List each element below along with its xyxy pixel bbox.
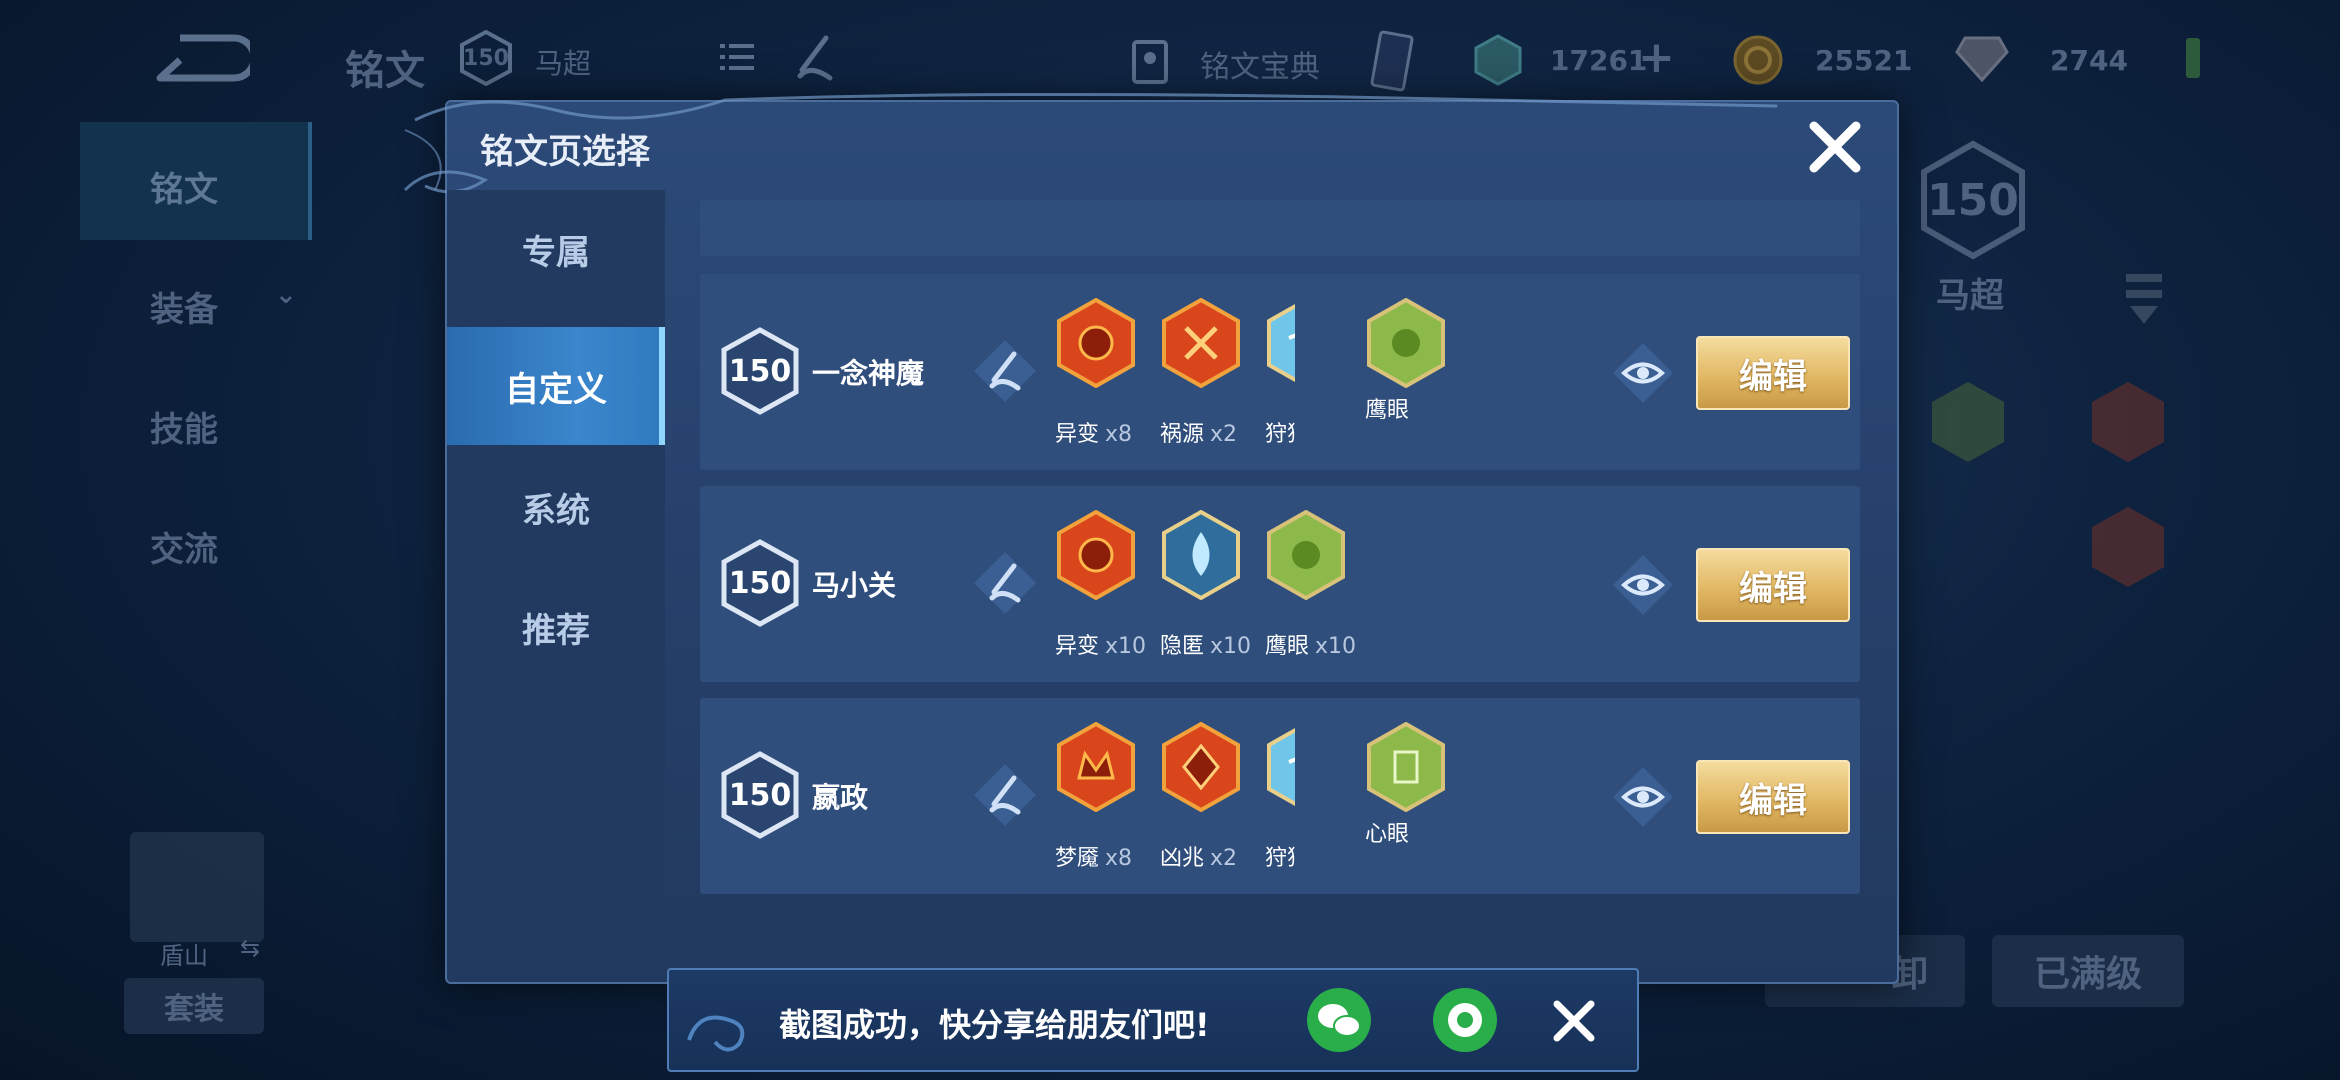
level-badge: 150: [720, 326, 800, 416]
tab-system[interactable]: 系统: [447, 448, 665, 566]
hawkeye-rune-icon: 鹰眼: [1365, 298, 1447, 448]
signal-icon: [2186, 38, 2200, 78]
close-icon[interactable]: [1549, 996, 1599, 1046]
rune-page-name: 一念神魔: [812, 357, 925, 390]
close-icon[interactable]: [1800, 112, 1870, 182]
diamond-count: 2744: [2050, 44, 2128, 77]
rename-pen-icon[interactable]: [970, 760, 1040, 830]
side-menu-equipment[interactable]: 装备: [150, 282, 218, 331]
filter-icon[interactable]: [2124, 270, 2164, 326]
decorative-cloud-icon: [687, 1015, 745, 1052]
bg-level-badge: 150: [458, 30, 514, 86]
max-level-button[interactable]: 已满级: [1992, 935, 2184, 1007]
gold-count: 25521: [1815, 44, 1913, 77]
preview-eye-icon[interactable]: [1610, 552, 1676, 618]
card-icon[interactable]: [1370, 30, 1414, 92]
swap-icon[interactable]: ⇆: [240, 934, 260, 962]
rune-page-name: 马小关: [812, 569, 897, 602]
right-level-badge: 150: [1918, 140, 2028, 260]
mutation-rune-icon: 异变 x10: [1055, 510, 1146, 660]
preview-eye-icon[interactable]: [1610, 764, 1676, 830]
nightmare-rune-icon: 梦魇 x8: [1055, 722, 1137, 872]
rune-page-row-partial: [700, 200, 1860, 256]
level-badge: 150: [720, 750, 800, 840]
hawkeye-rune-icon: 鹰眼 x10: [1265, 510, 1356, 660]
back-arrow-icon[interactable]: [150, 30, 250, 86]
hunt-rune-icon: 狩猎x10: [1265, 722, 1295, 872]
side-menu-runes[interactable]: 铭文: [150, 162, 218, 211]
gold-coin-icon: [1733, 35, 1783, 85]
gem-count: 17261: [1550, 44, 1648, 77]
preview-eye-icon[interactable]: [1610, 340, 1676, 406]
wechat-icon[interactable]: [1305, 986, 1373, 1054]
rune-page-list[interactable]: 150 一念神魔 异变x8 祸源x2 狩猎x10 鹰眼: [700, 200, 1860, 970]
rune-strip: 异变x8 祸源x2 狩猎x10: [1055, 274, 1295, 470]
side-menu-exchange[interactable]: 交流: [150, 522, 218, 571]
modal-title: 铭文页选择: [480, 132, 650, 172]
rune-strip: 梦魇x8 凶兆x2 狩猎x10: [1055, 698, 1295, 894]
toast-message: 截图成功，快分享给朋友们吧!: [779, 1006, 1210, 1044]
omen-rune-icon: 凶兆 x2: [1160, 722, 1242, 872]
rune-page-row[interactable]: 150 嬴政 梦魇x8 凶兆x2 狩猎x10 心眼: [700, 698, 1860, 894]
rune-page-name: 嬴政: [812, 781, 869, 814]
stealth-rune-icon: 隐匿 x10: [1160, 510, 1251, 660]
hunt-rune-icon: 狩猎x10: [1265, 298, 1295, 448]
diamond-icon: [1955, 36, 2009, 83]
list-icon[interactable]: [720, 42, 754, 72]
edit-button[interactable]: 编辑: [1696, 548, 1850, 622]
book-icon[interactable]: [1130, 40, 1170, 84]
bg-rune-red-icon: [2092, 382, 2164, 462]
right-hero-name: 马超: [1936, 276, 2004, 316]
moments-icon[interactable]: [1431, 986, 1499, 1054]
bg-page-title: 铭文: [345, 48, 425, 94]
rune-strip: 异变 x10 隐匿 x10 鹰眼 x10: [1055, 486, 1375, 682]
bg-rune-red-icon-2: [2092, 507, 2164, 587]
rename-pen-icon[interactable]: [970, 548, 1040, 618]
rune-page-row[interactable]: 150 一念神魔 异变x8 祸源x2 狩猎x10 鹰眼: [700, 274, 1860, 470]
equip-set-button[interactable]: 套装: [124, 978, 264, 1034]
chevron-down-icon: ⌄: [275, 280, 297, 310]
side-menu-skills[interactable]: 技能: [150, 402, 218, 451]
level-badge: 150: [720, 538, 800, 628]
edit-button[interactable]: 编辑: [1696, 760, 1850, 834]
rune-page-row[interactable]: 150 马小关 异变 x10 隐匿 x10 鹰眼 x10 编辑: [700, 486, 1860, 682]
share-toast: 截图成功，快分享给朋友们吧!: [667, 968, 1639, 1072]
bg-hero-name: 马超: [535, 47, 592, 80]
tab-column: 专属 自定义 系统 推荐: [447, 190, 665, 978]
edit-button[interactable]: 编辑: [1696, 336, 1850, 410]
mutation-rune-icon: 异变 x8: [1055, 298, 1137, 448]
add-gem-plus-icon[interactable]: +: [1638, 32, 1675, 83]
rune-codex-label[interactable]: 铭文宝典: [1200, 42, 1320, 86]
calamity-rune-icon: 祸源 x2: [1160, 298, 1242, 448]
rename-pen-icon[interactable]: [970, 336, 1040, 406]
gem-icon: [1474, 34, 1522, 86]
pen-icon[interactable]: [790, 34, 840, 84]
tab-recommended[interactable]: 推荐: [447, 568, 665, 686]
tab-exclusive[interactable]: 专属: [447, 190, 665, 308]
bg-rune-green-icon: [1932, 382, 2004, 462]
equip-name: 盾山: [160, 942, 208, 970]
mind-eye-rune-icon: 心眼: [1365, 722, 1447, 872]
tab-custom[interactable]: 自定义: [447, 327, 665, 445]
equip-avatar[interactable]: [130, 832, 264, 942]
